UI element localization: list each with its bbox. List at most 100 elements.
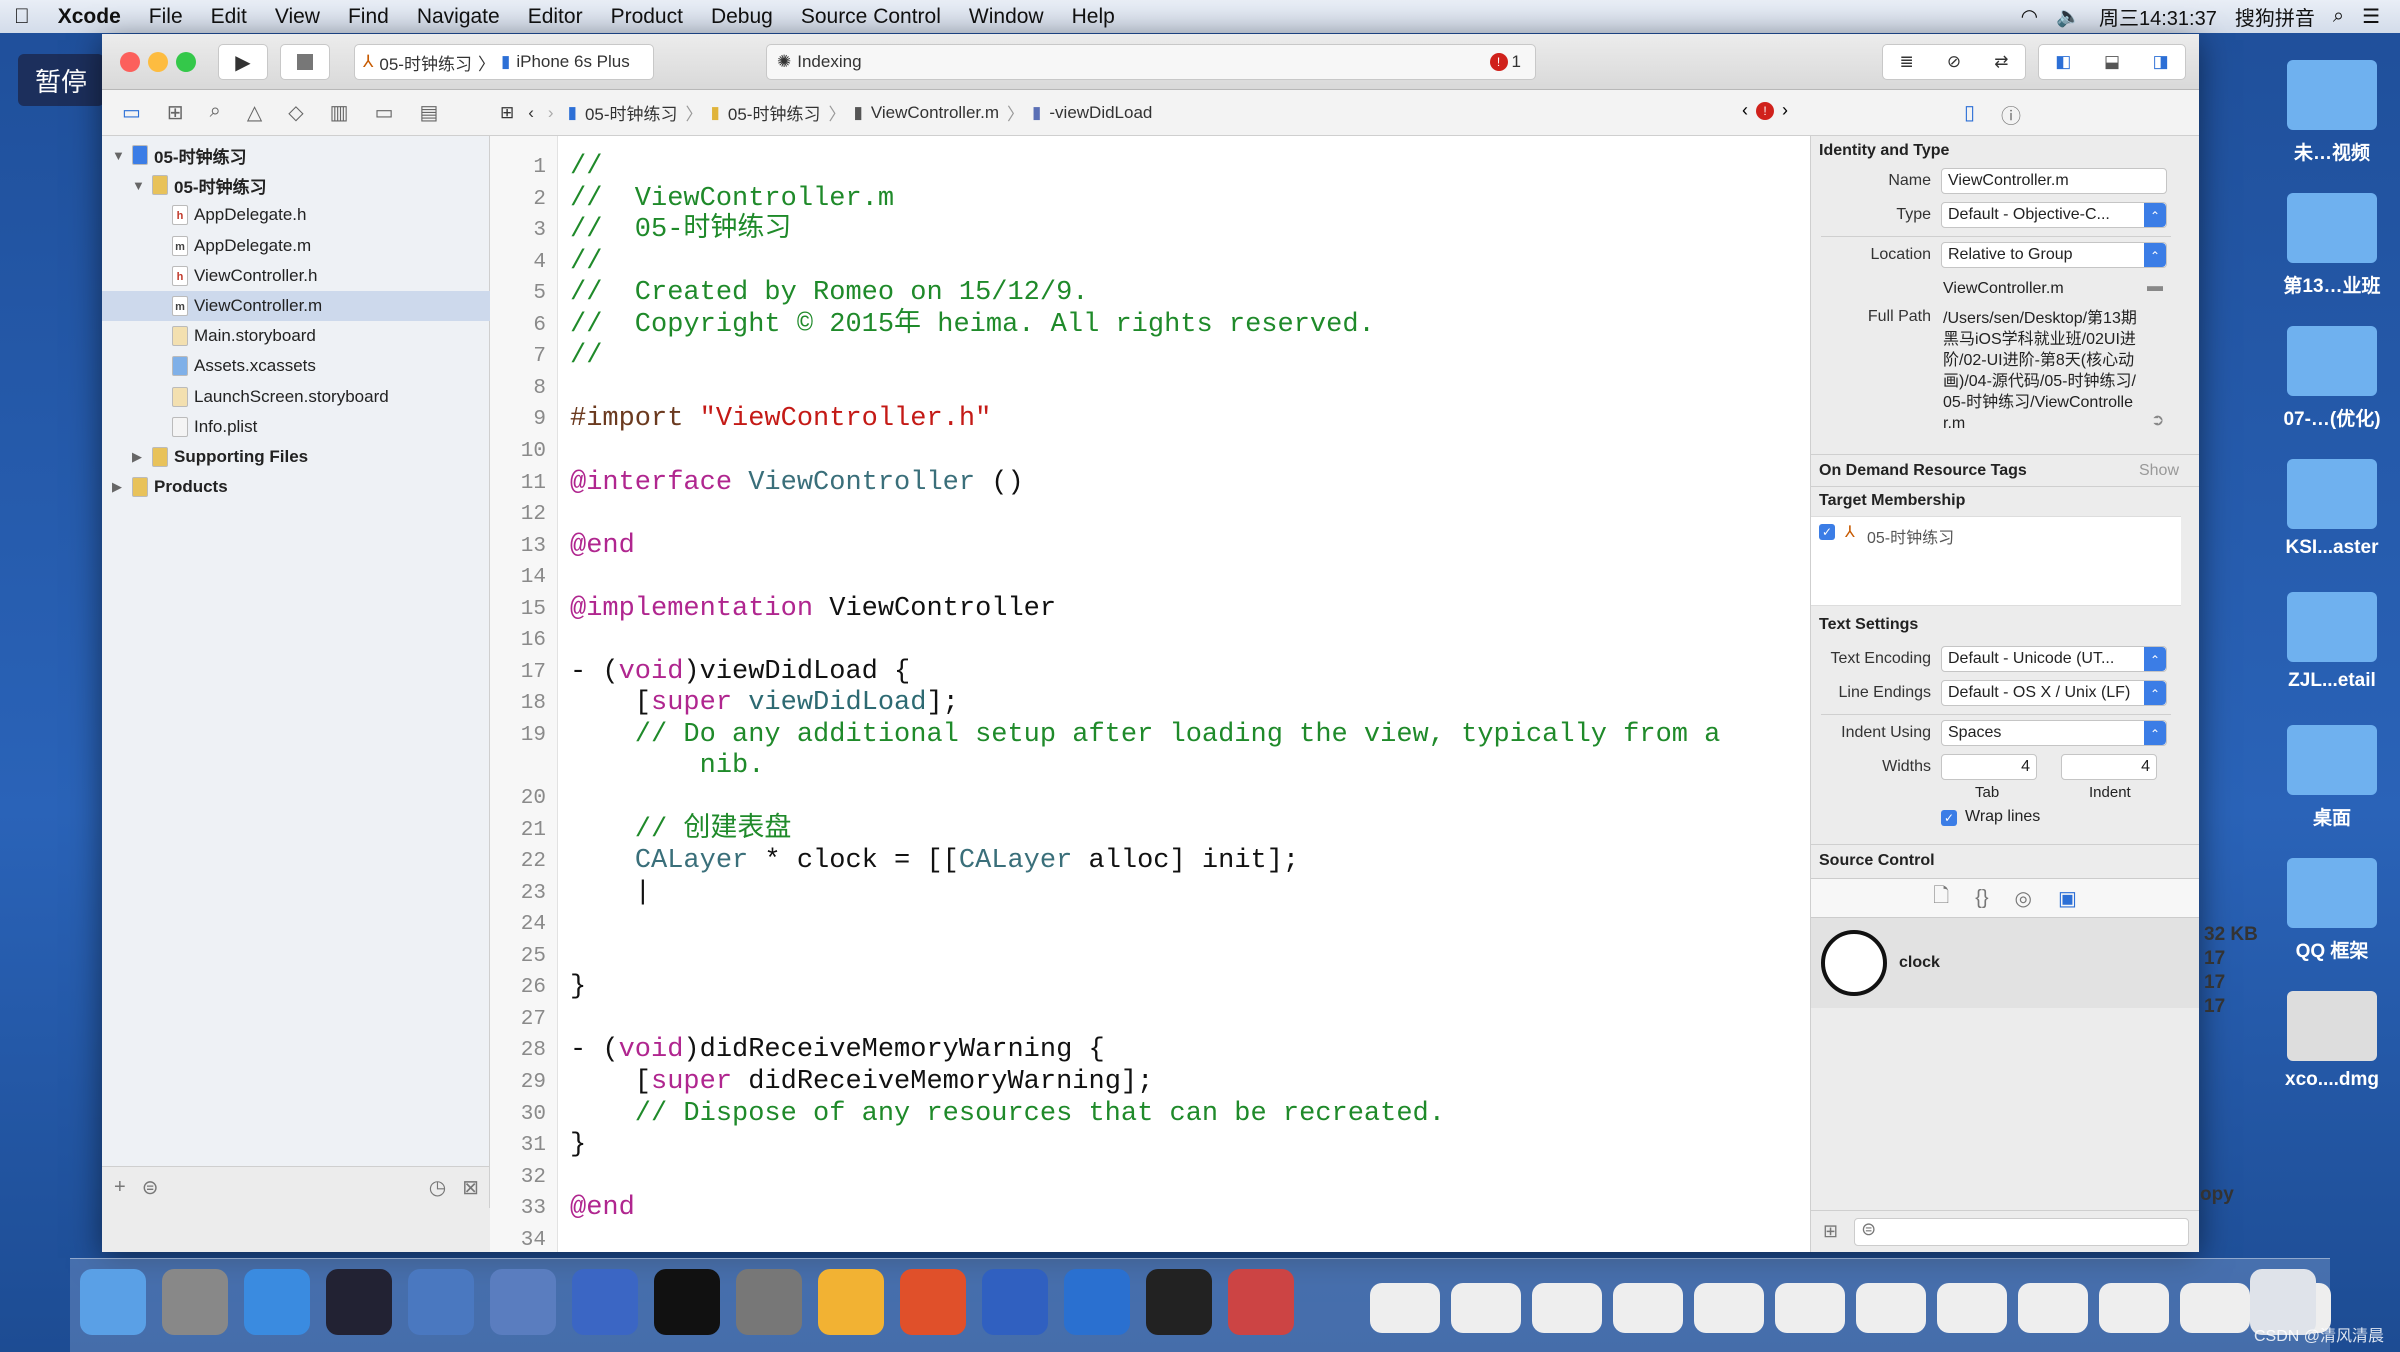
target-checkbox[interactable]: ✓ xyxy=(1819,524,1835,540)
menu-debug[interactable]: Debug xyxy=(697,5,787,29)
menu-app[interactable]: Xcode xyxy=(44,5,135,29)
disclosure-open-icon[interactable]: ▼ xyxy=(112,148,126,163)
notification-icon[interactable]: ☰ xyxy=(2362,4,2380,29)
powerpoint-icon[interactable] xyxy=(900,1269,966,1335)
menu-file[interactable]: File xyxy=(135,5,197,29)
media-library-icon[interactable]: ▣ xyxy=(2058,886,2077,911)
source-editor[interactable]: 1 // 2 // ViewController.m 3 // 05-时钟练习 4 // 5 //… xyxy=(490,136,1912,1252)
tab-width-field[interactable]: 4 xyxy=(1941,754,2037,780)
menu-source-control[interactable]: Source Control xyxy=(787,5,955,29)
apple-menu-icon[interactable]:  xyxy=(0,5,44,29)
jump-bar-item[interactable]: ViewController.m xyxy=(871,103,999,123)
related-items-icon[interactable]: ⊞ xyxy=(500,103,514,123)
quicktime-icon[interactable] xyxy=(982,1269,1048,1335)
xcode-icon[interactable] xyxy=(490,1269,556,1335)
menu-help[interactable]: Help xyxy=(1058,5,1129,29)
menu-editor[interactable]: Editor xyxy=(514,5,597,29)
odr-show-button[interactable]: Show xyxy=(2139,462,2179,480)
indent-width-field[interactable]: 4 xyxy=(2061,754,2157,780)
menu-clock[interactable]: 周三14:31:37 xyxy=(2099,2,2217,31)
reveal-in-finder-icon[interactable]: ➲ xyxy=(2151,410,2164,430)
toggle-navigator-icon[interactable]: ◧ xyxy=(2055,52,2071,72)
navigator-item[interactable]: Main.storyboard xyxy=(102,321,490,351)
desktop-item[interactable]: 桌面 xyxy=(2282,725,2382,830)
desktop-item[interactable]: 未…视频 xyxy=(2282,60,2382,165)
file-inspector-icon[interactable]: ▯ xyxy=(1964,100,1975,129)
menu-product[interactable]: Product xyxy=(597,5,697,29)
navigator-item[interactable]: Info.plist xyxy=(102,412,490,442)
keynote-icon[interactable] xyxy=(408,1269,474,1335)
minimized-window-icon[interactable] xyxy=(2180,1283,2250,1333)
minimized-window-icon[interactable] xyxy=(1451,1283,1521,1333)
desktop-item[interactable]: xco....dmg xyxy=(2282,991,2382,1091)
launchpad-icon[interactable] xyxy=(162,1269,228,1335)
find-navigator-icon[interactable]: ⌕ xyxy=(210,100,221,125)
issue-navigator-icon[interactable]: △ xyxy=(247,100,262,125)
choose-folder-icon[interactable]: ▬ xyxy=(2147,278,2163,296)
menu-view[interactable]: View xyxy=(261,5,334,29)
navigator-item[interactable]: m ViewController.m xyxy=(102,291,490,321)
navigator-item[interactable]: ▼ 05-时钟练习 xyxy=(102,170,490,200)
disclosure-closed-icon[interactable]: ▶ xyxy=(112,479,126,495)
navigator-item[interactable]: ▶ Products xyxy=(102,472,490,502)
project-navigator-icon[interactable]: ▭ xyxy=(122,100,141,125)
object-library-icon[interactable]: ◎ xyxy=(2015,886,2032,911)
pause-badge[interactable]: 暂停 xyxy=(18,54,104,106)
forward-icon[interactable]: › xyxy=(548,103,554,123)
location-select[interactable]: Relative to Group xyxy=(1941,242,2167,268)
navigator-item[interactable]: LaunchScreen.storyboard xyxy=(102,382,490,412)
issue-error-icon[interactable]: ! xyxy=(1756,101,1774,120)
desktop-item[interactable]: ZJL...etail xyxy=(2282,592,2382,692)
run-button[interactable]: ▶ xyxy=(218,44,268,80)
disclosure-closed-icon[interactable]: ▶ xyxy=(132,449,146,465)
next-issue-icon[interactable]: › xyxy=(1782,100,1788,121)
toggle-debug-icon[interactable]: ⬓ xyxy=(2104,52,2120,72)
standard-editor-icon[interactable]: ≣ xyxy=(1900,52,1914,72)
minimized-window-icon[interactable] xyxy=(1937,1283,2007,1333)
file-template-library-icon[interactable]: 🗋 xyxy=(1933,881,1949,915)
minimize-button[interactable] xyxy=(148,52,168,72)
disclosure-open-icon[interactable]: ▼ xyxy=(132,178,146,193)
navigator-item[interactable]: m AppDelegate.m xyxy=(102,231,490,261)
system-preferences-icon[interactable] xyxy=(736,1269,802,1335)
indent-using-select[interactable]: Spaces xyxy=(1941,720,2167,746)
navigator-item[interactable]: Assets.xcassets xyxy=(102,351,490,381)
wifi-icon[interactable]: ◠ xyxy=(2021,4,2038,29)
code-snippet-library-icon[interactable]: {} xyxy=(1975,887,1988,910)
navigator-item[interactable]: h AppDelegate.h xyxy=(102,200,490,230)
jump-bar-item[interactable]: -viewDidLoad xyxy=(1049,103,1152,123)
screenflow-icon[interactable] xyxy=(1228,1269,1294,1335)
version-editor-icon[interactable]: ⇄ xyxy=(1994,52,2008,72)
error-indicator[interactable]: ! 1 xyxy=(1489,52,1521,72)
sketch-icon[interactable] xyxy=(818,1269,884,1335)
line-endings-select[interactable]: Default - OS X / Unix (LF) xyxy=(1941,680,2167,706)
spotlight-icon[interactable]: ⌕ xyxy=(2333,5,2344,28)
library-item[interactable]: clock xyxy=(1811,918,2199,1008)
minimized-window-icon[interactable] xyxy=(1613,1283,1683,1333)
type-select[interactable]: Default - Objective-C... xyxy=(1941,202,2167,228)
navigator-item[interactable]: h ViewController.h xyxy=(102,261,490,291)
add-icon[interactable]: + xyxy=(114,1176,126,1199)
source-control-filter-icon[interactable]: ⊠ xyxy=(462,1175,479,1200)
menu-edit[interactable]: Edit xyxy=(197,5,261,29)
minimized-window-icon[interactable] xyxy=(2018,1283,2088,1333)
navigator-item[interactable]: ▼ 05-时钟练习 xyxy=(102,140,490,170)
library-filter-field[interactable]: ⊜ xyxy=(1854,1217,2189,1246)
minimized-window-icon[interactable] xyxy=(1532,1283,1602,1333)
report-navigator-icon[interactable]: ▤ xyxy=(419,100,438,125)
minimized-window-icon[interactable] xyxy=(1775,1283,1845,1333)
assistant-editor-icon[interactable]: ⊘ xyxy=(1947,52,1961,72)
close-button[interactable] xyxy=(120,52,140,72)
test-navigator-icon[interactable]: ◇ xyxy=(288,100,303,125)
desktop-item[interactable]: KSI...aster xyxy=(2282,459,2382,559)
stop-button[interactable] xyxy=(280,44,330,80)
desktop-item[interactable]: 07-…(优化) xyxy=(2282,326,2382,431)
mouse-app-icon[interactable] xyxy=(326,1269,392,1335)
minimized-window-icon[interactable] xyxy=(1694,1283,1764,1333)
scheme-selector[interactable]: ⅄ 05-时钟练习 〉 ▮ iPhone 6s Plus xyxy=(354,44,654,80)
wrap-lines-checkbox[interactable]: ✓ xyxy=(1941,810,1957,826)
symbol-navigator-icon[interactable]: ⊞ xyxy=(167,100,184,125)
menu-find[interactable]: Find xyxy=(334,5,403,29)
filter-icon[interactable]: ⊜ xyxy=(142,1175,159,1200)
terminal-icon[interactable] xyxy=(654,1269,720,1335)
